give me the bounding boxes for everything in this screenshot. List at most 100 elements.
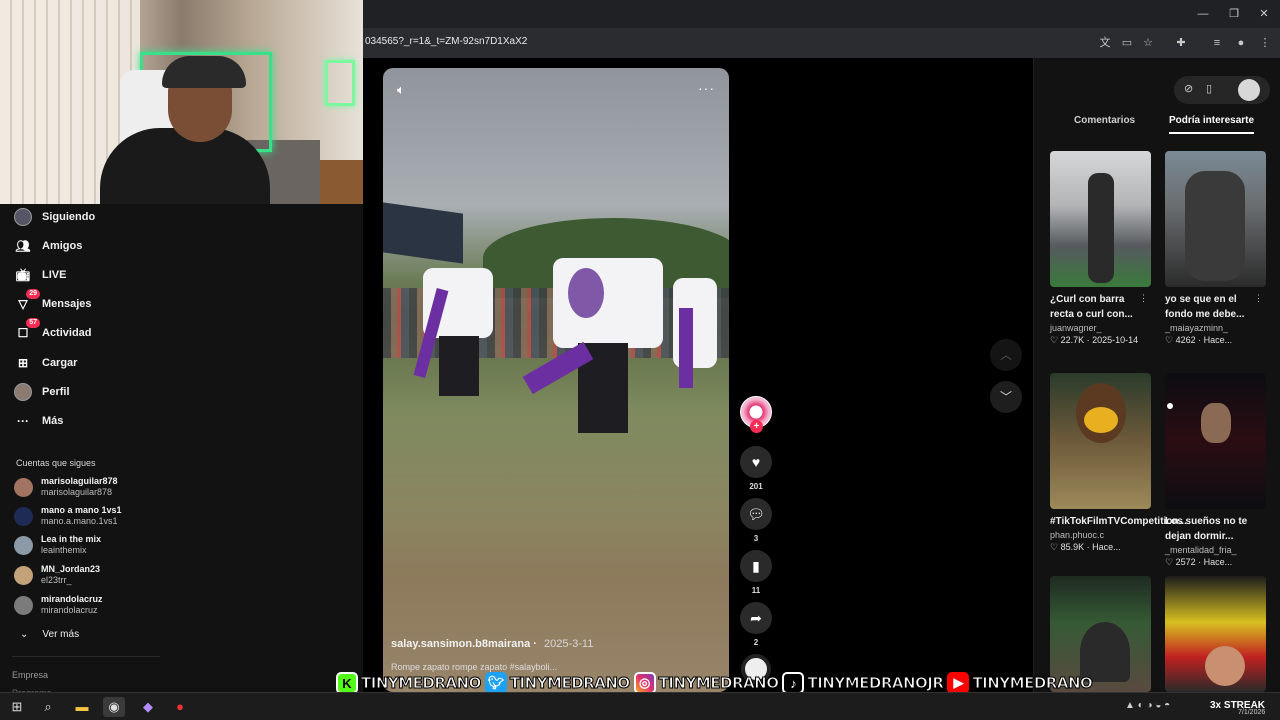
see-more-button[interactable]: ⌄ Ver más — [20, 629, 79, 640]
account-name: mano a mano 1vs1 — [41, 505, 122, 515]
card-author[interactable]: _maiayazminn_ — [1165, 323, 1267, 333]
card-thumbnail[interactable] — [1165, 373, 1266, 509]
card-more-icon[interactable]: ⋮ — [1139, 293, 1148, 304]
sidebar-item-label: Actividad — [42, 327, 92, 339]
sidebar-item-label: Más — [42, 415, 64, 427]
media-icon[interactable]: ≡ — [1209, 35, 1225, 51]
file-explorer-icon[interactable]: ▬ — [71, 697, 93, 717]
card-title[interactable]: Los sueños no te dejan dormir... — [1165, 514, 1261, 544]
url-text[interactable]: 034565?_r=1&_t=ZM-92sn7D1XaX2 — [365, 36, 527, 47]
user-avatar[interactable] — [1238, 79, 1260, 101]
following-account[interactable]: mano a mano 1vs1 mano.a.mano.1vs1 — [14, 505, 122, 527]
following-account[interactable]: mirandolacruz mirandolacruz — [14, 594, 103, 616]
share-icon: ➦ — [750, 610, 762, 626]
sidebar-item-actividad[interactable]: ☐ 57 Actividad — [14, 318, 92, 344]
card-thumbnail[interactable] — [1165, 151, 1266, 287]
webcam-streamer-body — [100, 128, 270, 204]
recommended-card[interactable] — [1165, 576, 1267, 692]
browser-titlebar: — ❐ ✕ — [363, 0, 1280, 28]
recommended-card[interactable]: Los sueños no te dejan dormir... _mental… — [1165, 373, 1267, 568]
card-title[interactable]: ¿Curl con barra recta o curl con... — [1050, 292, 1146, 322]
share-button[interactable]: ➦ — [740, 602, 772, 634]
profile-icon[interactable]: ● — [1233, 35, 1249, 51]
twitter-handle: 🐦︎ TINYMEDRANO — [484, 672, 631, 694]
follow-plus-icon[interactable]: + — [750, 420, 763, 433]
comment-button[interactable]: 💬︎ — [740, 498, 772, 530]
video-author-name[interactable]: salay.sansimon.b8mairana — [391, 638, 530, 650]
extensions-icon[interactable]: ✚ — [1173, 35, 1189, 51]
more-options-icon[interactable]: ··· — [698, 80, 715, 96]
compass-icon[interactable]: ⊘ — [1184, 82, 1193, 95]
recommended-card[interactable]: ¿Curl con barra recta o curl con... juan… — [1050, 151, 1152, 346]
menu-icon[interactable]: ⋮ — [1257, 35, 1273, 51]
cast-icon[interactable]: ▭ — [1119, 35, 1135, 51]
sidebar-item-amigos[interactable]: 👥︎ Amigos — [14, 235, 82, 257]
taskbar: ⊞ ⌕ ▬ ◉ ◆ ● ▲ ◐ ◑ ◒ ◓ 3x STREAK 7/1/2026 — [0, 692, 1280, 720]
sidebar-item-mensajes[interactable]: ▽ 29 Mensajes — [14, 289, 92, 315]
tab-podria-interesarte[interactable]: Podría interesarte — [1169, 115, 1255, 134]
star-icon[interactable]: ☆ — [1140, 35, 1156, 51]
tiktok-icon: ♪ — [782, 672, 805, 694]
search-icon[interactable]: ⌕ — [37, 697, 59, 717]
recommended-card[interactable]: yo se que en el fondo me debe... _maiaya… — [1165, 151, 1267, 346]
tray-icons[interactable]: ▲ ◐ ◑ ◒ ◓ — [1125, 700, 1170, 711]
card-thumbnail[interactable] — [1050, 373, 1151, 509]
comment-icon: 💬︎ — [747, 506, 765, 522]
account-name: Lea in the mix — [41, 534, 102, 544]
card-author[interactable]: phan.phuoc.c — [1050, 530, 1152, 540]
card-author[interactable]: _mentalidad_fria_ — [1165, 545, 1267, 555]
profile-icon — [14, 383, 32, 401]
avatar — [14, 477, 33, 497]
card-author[interactable]: juanwagner_ — [1050, 323, 1152, 333]
translate-icon[interactable]: 文 — [1097, 35, 1113, 51]
bookmark-icon: ▮ — [752, 558, 760, 574]
share-count: 2 — [753, 638, 759, 647]
account-name: mirandolacruz — [41, 594, 103, 604]
volume-icon[interactable]: 🔈︎ — [397, 82, 405, 98]
video-dancer-pants — [439, 336, 479, 396]
video-hat — [568, 268, 604, 318]
chrome-icon[interactable]: ◉ — [103, 697, 125, 717]
tab-comentarios[interactable]: Comentarios — [1074, 115, 1135, 126]
sidebar-item-perfil[interactable]: Perfil — [14, 381, 70, 403]
heart-outline-icon: ♡ — [1165, 335, 1174, 345]
address-bar[interactable]: 034565?_r=1&_t=ZM-92sn7D1XaX2 文 ▭ ☆ ✚ ≡ … — [363, 28, 1280, 58]
previous-video-button[interactable]: ︿ — [990, 339, 1022, 371]
card-thumbnail[interactable] — [1050, 151, 1151, 287]
video-player[interactable]: 🔈︎ ··· salay.sansimon.b8mairana · 2025-3… — [383, 68, 729, 692]
sidebar-item-live[interactable]: 📺︎ LIVE — [14, 264, 66, 286]
following-account[interactable]: Lea in the mix leainthemix — [14, 534, 101, 556]
sidebar-divider — [12, 656, 160, 657]
video-author[interactable]: salay.sansimon.b8mairana · 2025-3-11 — [391, 638, 593, 650]
card-title[interactable]: #TikTokFilmTVCompetition... — [1050, 514, 1187, 529]
card-title[interactable]: yo se que en el fondo me debe... — [1165, 292, 1261, 322]
sidebar-item-mas[interactable]: ··· Más — [14, 410, 63, 432]
following-account[interactable]: MN_Jordan23 el23trr_ — [14, 564, 100, 586]
left-sidebar: Siguiendo 👥︎ Amigos 📺︎ LIVE ▽ 29 Mensajes… — [0, 204, 363, 698]
following-icon — [14, 208, 32, 226]
heart-icon: ♥ — [751, 454, 761, 470]
heart-outline-icon: ♡ — [1050, 542, 1059, 552]
save-button[interactable]: ▮ — [740, 550, 772, 582]
following-account[interactable]: marisolaguilar878 marisolaguilar878 — [14, 476, 118, 498]
card-time: Hace... — [1203, 557, 1233, 567]
obs-icon[interactable]: ● — [169, 697, 191, 717]
card-more-icon[interactable]: ⋮ — [1254, 293, 1263, 304]
sidebar-item-cargar[interactable]: ⊞ Cargar — [14, 352, 78, 374]
close-icon[interactable]: ✕ — [1256, 6, 1272, 22]
like-button[interactable]: ♥ — [740, 446, 772, 478]
chevron-up-icon: ︿ — [999, 348, 1012, 362]
restore-icon[interactable]: ❐ — [1226, 6, 1242, 22]
next-video-button[interactable]: ﹀ — [990, 381, 1022, 413]
app-icon[interactable]: ◆ — [137, 697, 159, 717]
device-icon[interactable]: ▯ — [1206, 82, 1212, 95]
windows-start-icon[interactable]: ⊞ — [6, 697, 28, 717]
minimize-icon[interactable]: — — [1195, 6, 1211, 22]
recommended-card[interactable]: #TikTokFilmTVCompetition... phan.phuoc.c… — [1050, 373, 1187, 553]
card-thumbnail[interactable] — [1165, 576, 1266, 692]
account-handle: marisolaguilar878 — [41, 487, 113, 497]
right-panel: ⊘ ▯ Comentarios Podría interesarte ¿Curl… — [1033, 58, 1280, 692]
footer-link-empresa[interactable]: Empresa — [12, 670, 48, 680]
avatar — [14, 535, 33, 555]
sidebar-item-siguiendo[interactable]: Siguiendo — [14, 206, 95, 228]
